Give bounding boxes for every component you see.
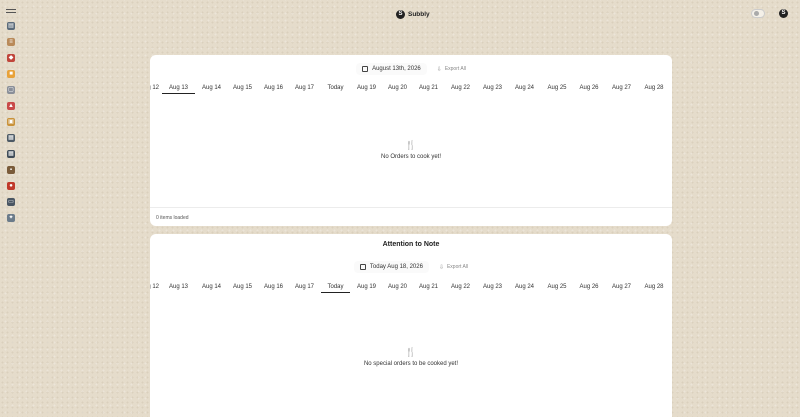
bookmark-icon[interactable]: ▲ [7, 102, 15, 110]
date-tab[interactable]: Aug 28 [638, 283, 670, 293]
date-tab[interactable]: Aug 20 [382, 283, 413, 293]
dashboard-icon[interactable]: ▤ [7, 22, 15, 30]
date-tab[interactable]: Aug 13 [161, 84, 196, 94]
date-tab[interactable]: Aug 15 [227, 84, 258, 94]
tag-icon[interactable]: ◆ [7, 54, 15, 62]
date-tab[interactable]: Aug 20 [382, 84, 413, 94]
empty-state: 🍴 No special orders to be cooked yet! [150, 347, 672, 367]
empty-state: 🍴 No Orders to cook yet! [150, 140, 672, 160]
date-tab[interactable]: Aug 25 [541, 283, 573, 293]
date-tab[interactable]: Aug 21 [413, 283, 444, 293]
date-tab[interactable]: Aug 28 [638, 84, 670, 94]
fork-knife-icon: 🍴 [405, 140, 417, 150]
date-tab[interactable]: Aug 25 [541, 84, 573, 94]
date-tab[interactable]: Aug 21 [413, 84, 444, 94]
export-label: Export All [446, 264, 469, 270]
panel-title: Attention to Note [382, 241, 440, 248]
date-tab[interactable]: Aug 19 [351, 84, 382, 94]
hamburger-menu-icon[interactable] [6, 9, 16, 16]
date-tab[interactable]: Aug 12 [150, 84, 161, 94]
sidebar: ▤ ≡ ◆ ■ ▢ ▲ ▣ ▦ ▦ ▪ ● ▭ ✦ [7, 22, 17, 230]
date-tab[interactable]: Aug 23 [477, 283, 508, 293]
account-icon[interactable]: S [779, 9, 788, 18]
fork-knife-icon: 🍴 [405, 347, 417, 357]
theme-toggle[interactable] [751, 9, 765, 18]
brand-logo: S Subbly [396, 10, 430, 19]
date-tab[interactable]: Aug 17 [289, 283, 320, 293]
date-tab[interactable]: Aug 16 [258, 283, 289, 293]
date-tab[interactable]: Aug 22 [444, 283, 477, 293]
date-tab[interactable]: Aug 19 [351, 283, 382, 293]
panel-footer: 0 items loaded [150, 207, 672, 226]
header-actions: S [751, 9, 788, 18]
date-tab[interactable]: Aug 17 [289, 84, 320, 94]
date-label: August 13th, 2026 [372, 66, 421, 72]
date-tab[interactable]: Aug 16 [258, 84, 289, 94]
date-tab[interactable]: Aug 23 [477, 84, 508, 94]
orders-panel: August 13th, 2026 ⇩ Export All Aug 12Aug… [150, 55, 672, 226]
date-tab[interactable]: Aug 26 [573, 283, 605, 293]
calendar-icon [359, 264, 366, 270]
date-strip: Aug 12Aug 13Aug 14Aug 15Aug 16Aug 17Toda… [150, 283, 670, 293]
settings-icon[interactable]: ✦ [7, 214, 15, 222]
date-tab[interactable]: Aug 24 [508, 84, 541, 94]
export-label: Export All [444, 66, 466, 72]
date-tab[interactable]: Aug 26 [573, 84, 605, 94]
export-icon: ⇩ [436, 66, 442, 73]
date-tab[interactable]: Aug 22 [444, 84, 477, 94]
date-tab[interactable]: Aug 13 [161, 283, 196, 293]
date-tab[interactable]: Today [320, 283, 351, 293]
date-tab[interactable]: Aug 14 [196, 84, 227, 94]
date-tab[interactable]: Aug 27 [605, 283, 638, 293]
date-tab[interactable]: Aug 24 [508, 283, 541, 293]
export-all-button[interactable]: ⇩ Export All [439, 264, 468, 271]
export-all-button[interactable]: ⇩ Export All [437, 66, 466, 73]
calculator-icon[interactable]: ▦ [7, 134, 15, 142]
notes-icon[interactable]: ≡ [7, 38, 15, 46]
brand-icon: S [396, 10, 405, 19]
date-tab[interactable]: Aug 14 [196, 283, 227, 293]
date-tab[interactable]: Aug 27 [605, 84, 638, 94]
empty-message: No special orders to be cooked yet! [363, 361, 459, 367]
brand-name: Subbly [408, 11, 430, 18]
clipboard-icon[interactable]: ▣ [7, 118, 15, 126]
date-picker-button[interactable]: August 13th, 2026 [356, 63, 427, 75]
attention-panel: Attention to Note Today Aug 18, 2026 ⇩ E… [150, 234, 672, 417]
date-label: Today Aug 18, 2026 [369, 264, 423, 270]
panel-toolbar: Today Aug 18, 2026 ⇩ Export All [150, 261, 672, 273]
date-tab[interactable]: Aug 15 [227, 283, 258, 293]
empty-message: No Orders to cook yet! [380, 154, 442, 160]
document-icon[interactable]: ▢ [7, 86, 15, 94]
date-tab[interactable]: Aug 12 [150, 283, 161, 293]
box-icon[interactable]: ▪ [7, 166, 15, 174]
calendar-icon [362, 66, 369, 72]
calendar-icon[interactable]: ▦ [7, 150, 15, 158]
alert-icon[interactable]: ● [7, 182, 15, 190]
folder-icon[interactable]: ■ [7, 70, 15, 78]
card-icon[interactable]: ▭ [7, 198, 15, 206]
export-icon: ⇩ [438, 264, 444, 271]
panel-toolbar: August 13th, 2026 ⇩ Export All [150, 63, 672, 75]
date-strip: Aug 12Aug 13Aug 14Aug 15Aug 16Aug 17Toda… [150, 84, 670, 94]
date-picker-button[interactable]: Today Aug 18, 2026 [353, 261, 429, 273]
date-tab[interactable]: Today [320, 84, 351, 94]
